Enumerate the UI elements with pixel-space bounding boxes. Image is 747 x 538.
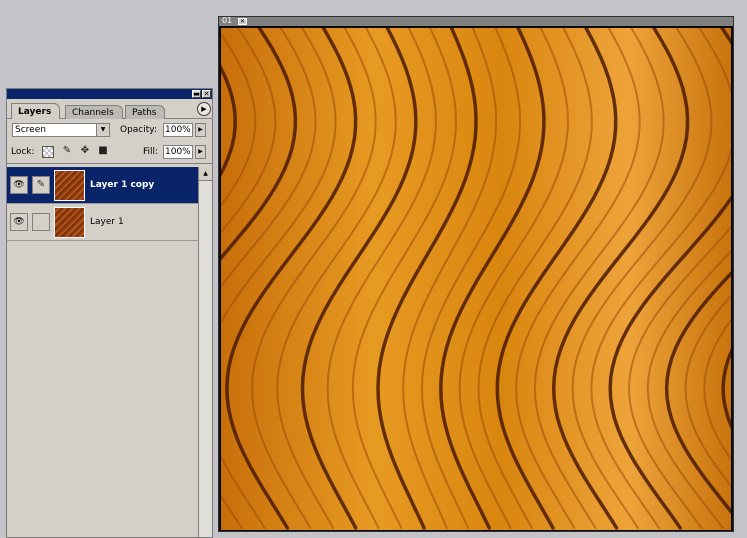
lock-all-icon[interactable]: ■ xyxy=(97,145,109,157)
scroll-up-icon[interactable]: ▲ xyxy=(199,167,212,181)
palette-titlebar[interactable]: ▬ ✕ xyxy=(7,89,212,99)
blend-mode-value: Screen xyxy=(15,125,46,135)
eye-icon[interactable]: 👁 xyxy=(10,213,28,231)
opacity-slider-arrow-icon[interactable]: ▶ xyxy=(195,123,206,137)
layer-thumbnail xyxy=(54,170,85,201)
layer-row-layer-1-copy[interactable]: 👁 ✎ Layer 1 copy xyxy=(7,167,198,204)
document-window: 01 ✕ xyxy=(218,16,734,532)
blend-mode-select[interactable]: Screen ▼ xyxy=(12,123,110,137)
opacity-field[interactable]: 100% xyxy=(163,123,193,137)
palette-tabs: Layers Channels Paths ▶ xyxy=(7,101,212,119)
palette-menu-arrow-icon[interactable]: ▶ xyxy=(197,102,211,116)
opacity-label: Opacity: xyxy=(120,125,157,135)
minimize-icon[interactable]: ▬ xyxy=(192,90,201,98)
lock-brush-icon[interactable]: ✎ xyxy=(61,145,73,157)
document-titlebar[interactable]: 01 ✕ xyxy=(219,16,733,26)
lock-fill-row: Lock: ✎ ✥ ■ Fill: 100% ▶ xyxy=(7,141,212,164)
layer-row-layer-1[interactable]: 👁 Layer 1 xyxy=(7,204,198,241)
tab-layers[interactable]: Layers xyxy=(11,103,61,119)
close-icon[interactable]: ✕ xyxy=(238,18,247,25)
link-slot-empty[interactable] xyxy=(32,213,50,231)
wood-grain-image xyxy=(221,28,731,530)
layer-thumbnail xyxy=(54,207,85,238)
document-title: 01 xyxy=(222,16,233,25)
close-icon[interactable]: ✕ xyxy=(202,90,211,98)
brush-icon[interactable]: ✎ xyxy=(32,176,50,194)
tab-channels[interactable]: Channels xyxy=(65,105,123,119)
tab-paths[interactable]: Paths xyxy=(125,105,166,119)
blend-opacity-row: Screen ▼ Opacity: 100% ▶ xyxy=(7,119,212,141)
lock-transparency-icon[interactable] xyxy=(42,146,54,158)
fill-slider-arrow-icon[interactable]: ▶ xyxy=(195,145,206,159)
layers-scrollbar[interactable]: ▲ xyxy=(198,167,212,537)
layer-name: Layer 1 xyxy=(90,217,124,227)
canvas-wood-texture[interactable] xyxy=(221,28,731,530)
fill-field[interactable]: 100% xyxy=(163,145,193,159)
layers-palette: ▬ ✕ Layers Channels Paths ▶ Screen ▼ Opa… xyxy=(6,88,213,538)
lock-label: Lock: xyxy=(11,147,35,157)
eye-icon[interactable]: 👁 xyxy=(10,176,28,194)
layer-name: Layer 1 copy xyxy=(90,180,155,190)
chevron-down-icon[interactable]: ▼ xyxy=(96,124,109,136)
lock-move-icon[interactable]: ✥ xyxy=(79,145,91,157)
layers-list: 👁 ✎ Layer 1 copy 👁 Layer 1 xyxy=(7,167,198,537)
fill-label: Fill: xyxy=(143,147,159,157)
